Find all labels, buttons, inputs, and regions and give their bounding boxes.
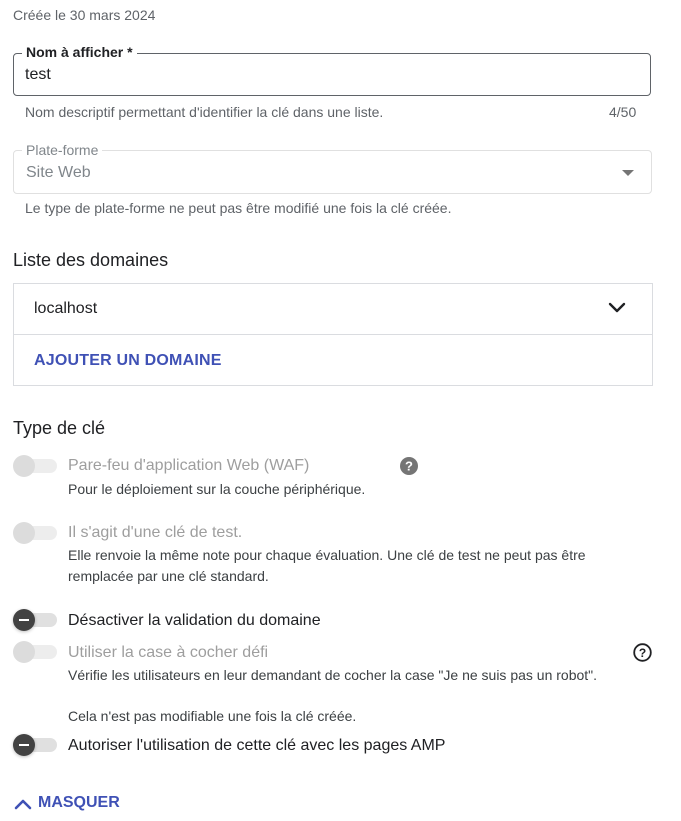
help-circle-icon[interactable]: ? <box>633 643 652 667</box>
amp-title: Autoriser l'utilisation de cette clé ave… <box>68 737 446 754</box>
amp-toggle[interactable] <box>13 733 59 757</box>
domains-title: Liste des domaines <box>13 250 169 270</box>
svg-text:?: ? <box>405 459 413 474</box>
created-date: Créée le 30 mars 2024 <box>13 7 156 23</box>
disable-domain-validation-toggle[interactable] <box>13 608 59 632</box>
display-name-counter: 4/50 <box>609 104 637 120</box>
waf-title: Pare-feu d'application Web (WAF) <box>68 457 310 474</box>
platform-select: Plate-forme Site Web <box>13 142 652 194</box>
domain-list: localhost AJOUTER UN DOMAINE <box>13 283 653 386</box>
checkbox-challenge-toggle <box>13 640 59 664</box>
checkbox-challenge-title: Utiliser la case à cocher défi <box>68 644 269 661</box>
chevron-down-icon[interactable] <box>608 301 626 319</box>
domain-name: localhost <box>34 300 98 317</box>
domain-row[interactable]: localhost <box>14 284 652 335</box>
hide-label: MASQUER <box>38 794 120 811</box>
checkbox-challenge-desc2: Cela n'est pas modifiable une fois la cl… <box>68 708 357 724</box>
platform-value: Site Web <box>26 164 91 181</box>
svg-text:?: ? <box>639 646 646 660</box>
dropdown-arrow-icon <box>622 170 634 176</box>
help-circle-icon[interactable]: ? <box>400 457 418 480</box>
key-type-title: Type de clé <box>13 418 106 438</box>
display-name-input[interactable] <box>25 66 585 84</box>
display-name-helper: Nom descriptif permettant d'identifier l… <box>25 104 384 120</box>
display-name-label: Nom à afficher * <box>22 44 137 60</box>
test-key-title: Il s'agit d'une clé de test. <box>68 524 243 541</box>
disable-domain-validation-title: Désactiver la validation du domaine <box>68 612 321 629</box>
checkbox-challenge-desc: Vérifie les utilisateurs en leur demanda… <box>68 667 598 683</box>
hide-button[interactable]: MASQUER <box>14 794 120 812</box>
platform-label: Plate-forme <box>22 142 103 158</box>
waf-desc: Pour le déploiement sur la couche périph… <box>68 481 366 497</box>
test-key-toggle <box>13 521 59 545</box>
platform-helper: Le type de plate-forme ne peut pas être … <box>25 200 452 216</box>
display-name-field[interactable]: Nom à afficher * <box>13 44 651 96</box>
test-key-desc: Elle renvoie la même note pour chaque év… <box>68 547 586 584</box>
waf-toggle <box>13 454 59 478</box>
chevron-up-icon <box>14 799 32 810</box>
add-domain-button[interactable]: AJOUTER UN DOMAINE <box>34 352 222 370</box>
